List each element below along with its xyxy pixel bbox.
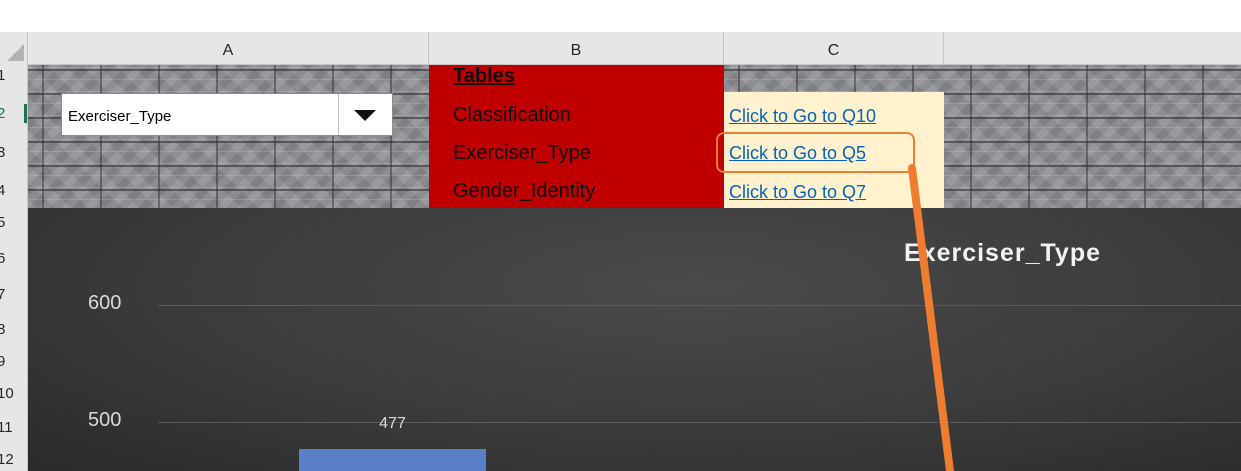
exerciser-type-chart[interactable]: Exerciser_Type 600 500 477 <box>28 208 1241 471</box>
tables-heading: Tables <box>453 65 515 87</box>
tables-item-exerciser-type[interactable]: Exerciser_Type <box>453 141 591 165</box>
table-select-dropdown[interactable]: Exerciser_Type <box>61 93 393 136</box>
row-header-1[interactable]: 1 <box>0 66 27 85</box>
column-header-c[interactable]: C <box>724 32 944 64</box>
row-header-9[interactable]: 9 <box>0 352 27 371</box>
select-all-triangle-icon <box>7 44 24 61</box>
select-all-corner[interactable] <box>0 32 28 64</box>
row-header-label: 7 <box>0 286 6 303</box>
gridline-600 <box>158 305 1241 306</box>
row-header-label: 8 <box>0 321 6 338</box>
y-tick-label-600: 600 <box>88 292 122 314</box>
row-header-label: 4 <box>0 182 6 199</box>
row-header-label: 5 <box>0 214 6 231</box>
row-header-label: 1 <box>0 67 6 84</box>
link-go-to-q7[interactable]: Click to Go to Q7 <box>729 181 866 203</box>
chart-title: Exerciser_Type <box>904 239 1101 267</box>
column-header-a[interactable]: A <box>28 32 429 64</box>
column-header-b[interactable]: B <box>429 32 724 64</box>
row-header-3[interactable]: 3 <box>0 143 27 162</box>
row-header-12[interactable]: 12 <box>0 450 27 469</box>
row-header-5[interactable]: 5 <box>0 213 27 232</box>
row-header-label: 12 <box>0 451 14 468</box>
highlight-annotation-box <box>716 132 915 173</box>
row-header-11[interactable]: 11 <box>0 418 27 437</box>
link-go-to-q10[interactable]: Click to Go to Q10 <box>729 105 876 127</box>
y-tick-label-500: 500 <box>88 409 122 431</box>
spreadsheet: A B C 1 2 3 4 5 6 7 8 9 10 11 12 Exercis… <box>0 0 1241 471</box>
row-header-8[interactable]: 8 <box>0 320 27 339</box>
row-header-4[interactable]: 4 <box>0 181 27 200</box>
tables-item-classification[interactable]: Classification <box>453 103 571 127</box>
row-header-label: 9 <box>0 353 6 370</box>
row-header-10[interactable]: 10 <box>0 384 27 403</box>
row-header-7[interactable]: 7 <box>0 285 27 304</box>
tables-item-gender-identity[interactable]: Gender_Identity <box>453 179 595 203</box>
row-header-6[interactable]: 6 <box>0 249 27 268</box>
row-header-label: 3 <box>0 144 6 161</box>
bar-0[interactable] <box>299 448 486 471</box>
row-header-label: 6 <box>0 250 6 267</box>
bar-data-label-0: 477 <box>379 414 406 432</box>
dropdown-selected-value: Exerciser_Type <box>68 108 172 125</box>
row-header-2[interactable]: 2 <box>0 104 27 123</box>
dropdown-toggle-button[interactable] <box>338 94 392 135</box>
caret-down-icon <box>354 110 376 121</box>
row-header-label: 10 <box>0 385 14 402</box>
row-header-label: 11 <box>0 419 13 436</box>
row-header-label: 2 <box>0 105 5 122</box>
